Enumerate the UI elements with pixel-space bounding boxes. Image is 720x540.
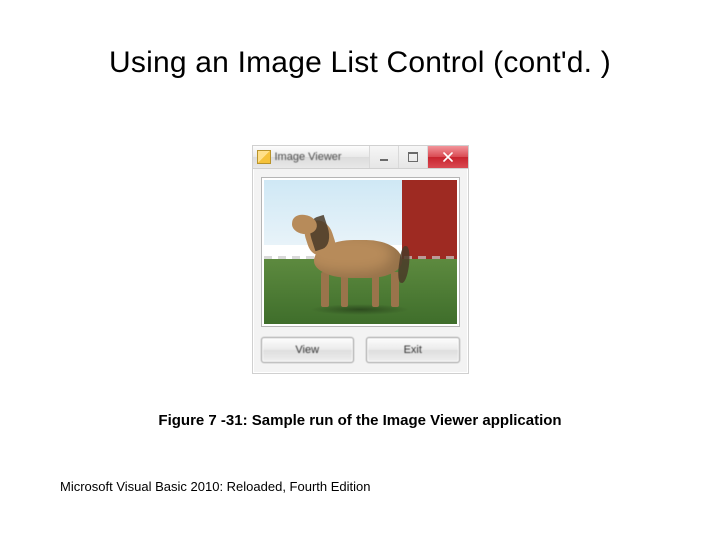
exit-button-label: Exit: [404, 344, 422, 356]
view-button[interactable]: View: [261, 337, 355, 363]
minimize-button[interactable]: [369, 146, 398, 168]
maximize-button[interactable]: [398, 146, 427, 168]
figure: Image Viewer: [0, 145, 720, 374]
footer-text: Microsoft Visual Basic 2010: Reloaded, F…: [60, 479, 370, 494]
image-viewer-dialog: Image Viewer: [252, 145, 469, 374]
app-title: Image Viewer: [275, 151, 365, 163]
titlebar: Image Viewer: [253, 146, 468, 169]
app-icon: [257, 150, 271, 164]
button-row: View Exit: [261, 337, 460, 363]
slide-title: Using an Image List Control (cont'd. ): [0, 46, 720, 80]
view-button-label: View: [295, 344, 319, 356]
close-icon: [443, 152, 453, 162]
window-buttons: [369, 146, 468, 168]
figure-caption: Figure 7 -31: Sample run of the Image Vi…: [0, 412, 720, 429]
exit-button[interactable]: Exit: [366, 337, 460, 363]
horse-image: [264, 180, 457, 324]
slide: Using an Image List Control (cont'd. ) I…: [0, 0, 720, 540]
close-button[interactable]: [427, 146, 468, 168]
client-area: View Exit: [253, 169, 468, 373]
picture-box: [261, 177, 460, 327]
